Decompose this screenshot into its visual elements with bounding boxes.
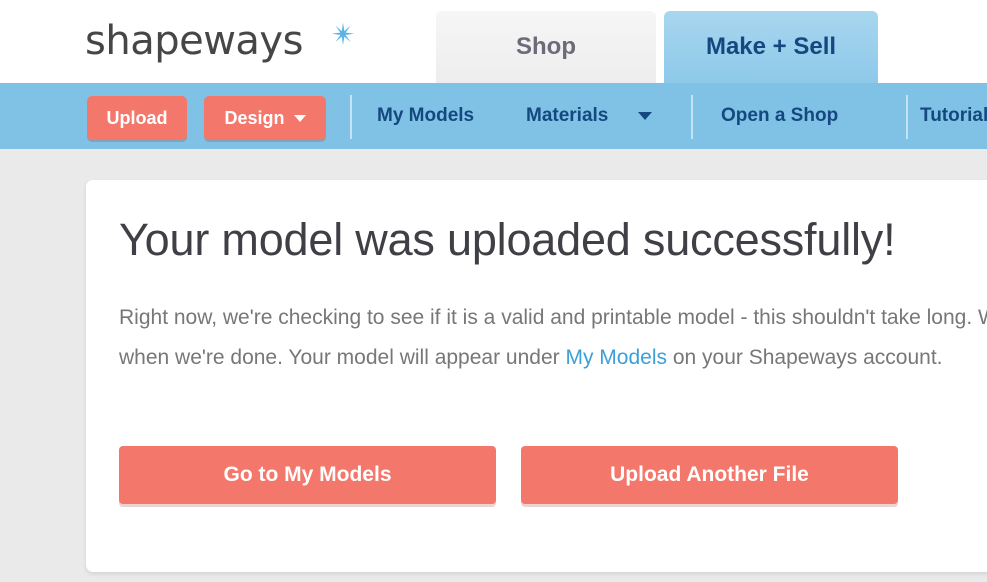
navbar-inner: Upload Design My Models Materials Open a… (0, 83, 987, 149)
chevron-down-icon (293, 114, 306, 122)
nav-item-materials-label: Materials (526, 105, 609, 126)
go-to-my-models-button[interactable]: Go to My Models (119, 446, 496, 504)
upload-success-card: Your model was uploaded successfully! Ri… (86, 180, 987, 572)
brand-logo[interactable]: shapeways (85, 17, 303, 65)
tab-shop[interactable]: Shop (436, 11, 656, 83)
nav-separator (906, 95, 908, 139)
status-message-line-2: when we're done. Your model will appear … (119, 338, 987, 378)
status-message-line-2-prefix: when we're done. Your model will appear … (119, 346, 566, 369)
nav-item-open-a-shop-label: Open a Shop (721, 105, 839, 126)
go-to-my-models-button-label: Go to My Models (223, 463, 392, 486)
nav-item-my-models-label: My Models (377, 105, 475, 126)
star-icon (331, 22, 355, 46)
nav-item-tutorials[interactable]: Tutorials (920, 83, 987, 149)
status-message-line-2-suffix: on your Shapeways account. (667, 346, 943, 369)
top-header: shapeways Shop Make + Sell (0, 0, 987, 83)
upload-button[interactable]: Upload (87, 96, 187, 140)
page-title: Your model was uploaded successfully! (119, 214, 896, 265)
status-message-line-1: Right now, we're checking to see if it i… (119, 306, 987, 329)
nav-separator (691, 95, 693, 139)
tab-make-sell[interactable]: Make + Sell (664, 11, 878, 83)
chevron-down-icon (638, 112, 653, 120)
main-navbar: Upload Design My Models Materials Open a… (0, 83, 987, 149)
card-action-buttons: Go to My Models Upload Another File (119, 446, 898, 504)
design-button[interactable]: Design (204, 96, 326, 140)
brand-logo-text: shapeways (85, 18, 303, 64)
design-button-label: Design (224, 107, 285, 128)
nav-item-tutorials-label: Tutorials (920, 105, 987, 126)
nav-separator (350, 95, 352, 139)
status-message: Right now, we're checking to see if it i… (119, 298, 987, 378)
nav-item-open-a-shop[interactable]: Open a Shop (721, 83, 838, 149)
tab-shop-label: Shop (516, 33, 576, 60)
tab-make-sell-label: Make + Sell (705, 33, 837, 60)
upload-button-label: Upload (106, 107, 168, 128)
nav-item-my-models[interactable]: My Models (377, 83, 474, 149)
nav-item-materials[interactable]: Materials (526, 83, 653, 149)
my-models-link[interactable]: My Models (565, 346, 667, 369)
upload-another-file-button-label: Upload Another File (610, 463, 809, 486)
upload-another-file-button[interactable]: Upload Another File (521, 446, 898, 504)
